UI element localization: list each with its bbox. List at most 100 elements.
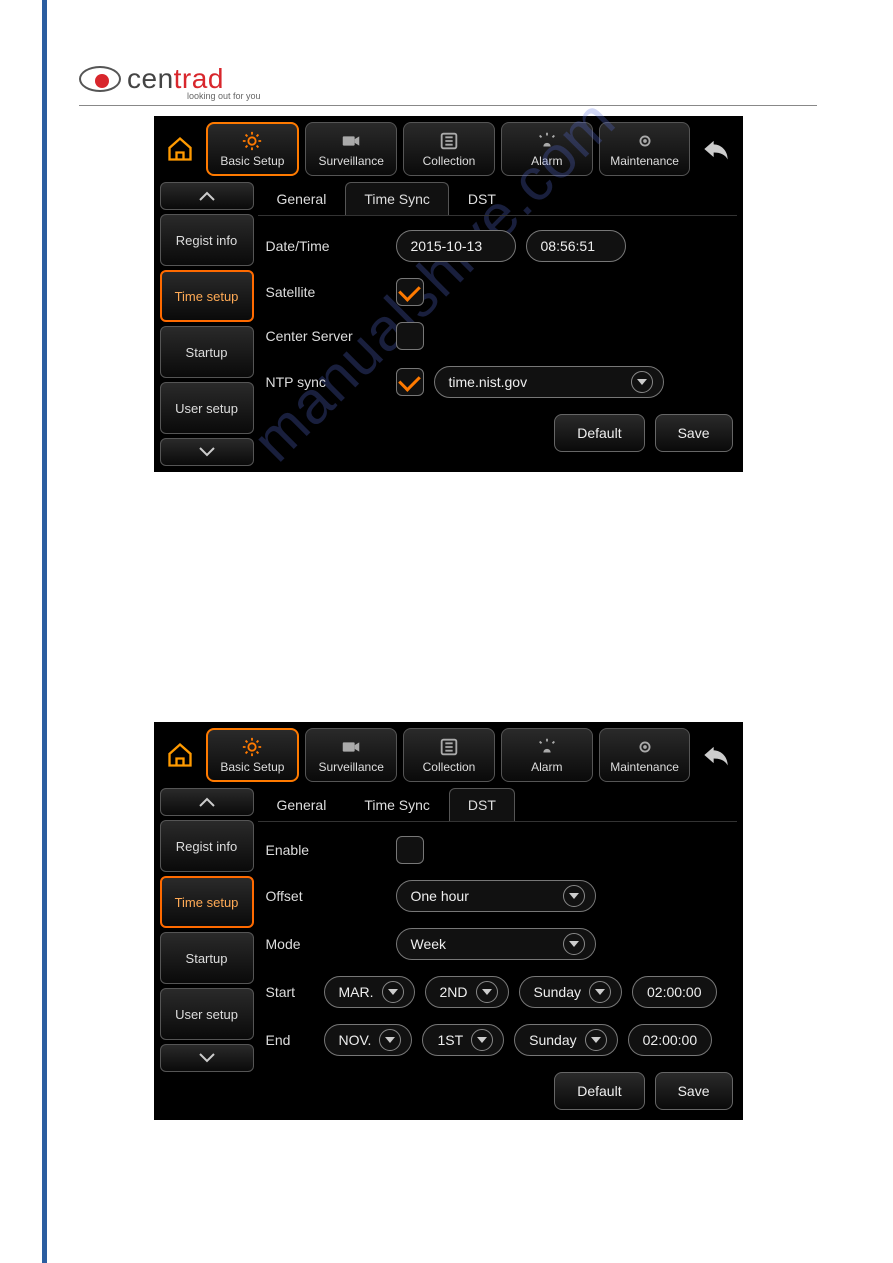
tab-dst[interactable]: DST (449, 182, 515, 215)
nav-label: Maintenance (610, 760, 679, 774)
tab-dst[interactable]: DST (449, 788, 515, 821)
label-enable: Enable (266, 842, 386, 858)
mode-dropdown[interactable]: Week (396, 928, 596, 960)
default-button[interactable]: Default (554, 1072, 644, 1110)
nav-label: Alarm (531, 154, 562, 168)
sidebar-item-regist-info[interactable]: Regist info (160, 820, 254, 872)
nav-surveillance[interactable]: Surveillance (305, 122, 397, 176)
nav-label: Basic Setup (220, 760, 284, 774)
start-month-dropdown[interactable]: MAR. (324, 976, 415, 1008)
sidebar-item-user-setup[interactable]: User setup (160, 988, 254, 1040)
sidebar-scroll-up[interactable] (160, 182, 254, 210)
chevron-down-icon (589, 981, 611, 1003)
nav-maintenance[interactable]: Maintenance (599, 728, 691, 782)
chevron-down-icon (563, 933, 585, 955)
ntp-server-dropdown[interactable]: time.nist.gov (434, 366, 664, 398)
sidebar-scroll-down[interactable] (160, 438, 254, 466)
sidebar-item-startup[interactable]: Startup (160, 326, 254, 378)
satellite-checkbox[interactable] (396, 278, 424, 306)
brand-header: centrad looking out for you (79, 63, 817, 106)
top-nav: Basic Setup Surveillance Collection Alar… (160, 728, 737, 788)
panel-timesync: Basic Setup Surveillance Collection Alar… (154, 116, 743, 472)
ntp-sync-checkbox[interactable] (396, 368, 424, 396)
nav-collection[interactable]: Collection (403, 728, 495, 782)
back-icon[interactable] (696, 122, 736, 176)
brand-name-suffix: trad (174, 63, 224, 94)
label-end: End (266, 1032, 314, 1048)
end-time-field[interactable]: 02:00:00 (628, 1024, 713, 1056)
start-day-dropdown[interactable]: Sunday (519, 976, 622, 1008)
save-button[interactable]: Save (655, 414, 733, 452)
enable-checkbox[interactable] (396, 836, 424, 864)
tab-general[interactable]: General (258, 182, 346, 215)
chevron-down-icon (379, 1029, 401, 1051)
nav-maintenance[interactable]: Maintenance (599, 122, 691, 176)
time-field[interactable]: 08:56:51 (526, 230, 626, 262)
nav-label: Surveillance (319, 154, 384, 168)
page-border (42, 0, 47, 1263)
nav-alarm[interactable]: Alarm (501, 728, 593, 782)
save-button[interactable]: Save (655, 1072, 733, 1110)
alarm-icon (536, 736, 558, 758)
alarm-icon (536, 130, 558, 152)
chevron-down-icon (471, 1029, 493, 1051)
end-day-dropdown[interactable]: Sunday (514, 1024, 617, 1056)
collection-icon (438, 736, 460, 758)
top-nav: Basic Setup Surveillance Collection Alar… (160, 122, 737, 182)
start-time-field[interactable]: 02:00:00 (632, 976, 717, 1008)
eye-icon (79, 66, 121, 92)
brand-tagline: looking out for you (187, 91, 261, 101)
panels-container: manualshive.com Basic Setup Surveillance… (79, 116, 817, 1120)
nav-alarm[interactable]: Alarm (501, 122, 593, 176)
tab-time-sync[interactable]: Time Sync (345, 182, 449, 215)
end-month-dropdown[interactable]: NOV. (324, 1024, 413, 1056)
start-ordinal-dropdown[interactable]: 2ND (425, 976, 509, 1008)
label-datetime: Date/Time (266, 238, 386, 254)
sidebar-item-time-setup[interactable]: Time setup (160, 876, 254, 928)
brand-name-prefix: cen (127, 63, 174, 94)
label-start: Start (266, 984, 314, 1000)
sidebar-item-time-setup[interactable]: Time setup (160, 270, 254, 322)
label-satellite: Satellite (266, 284, 386, 300)
sidebar-item-startup[interactable]: Startup (160, 932, 254, 984)
page-content: centrad looking out for you manualshive.… (79, 63, 817, 1120)
nav-label: Collection (423, 760, 476, 774)
back-icon[interactable] (696, 728, 736, 782)
camera-icon (340, 736, 362, 758)
home-icon[interactable] (160, 122, 200, 176)
maintenance-icon (634, 130, 656, 152)
sidebar-item-user-setup[interactable]: User setup (160, 382, 254, 434)
nav-basic-setup[interactable]: Basic Setup (206, 728, 300, 782)
label-mode: Mode (266, 936, 386, 952)
label-ntp-sync: NTP sync (266, 374, 386, 390)
tab-time-sync[interactable]: Time Sync (345, 788, 449, 821)
gear-icon (241, 736, 263, 758)
sidebar-scroll-down[interactable] (160, 1044, 254, 1072)
end-ordinal-dropdown[interactable]: 1ST (422, 1024, 504, 1056)
center-server-checkbox[interactable] (396, 322, 424, 350)
chevron-down-icon (563, 885, 585, 907)
sidebar: Regist info Time setup Startup User setu… (160, 788, 254, 1114)
chevron-down-icon (585, 1029, 607, 1051)
sidebar-item-regist-info[interactable]: Regist info (160, 214, 254, 266)
sidebar: Regist info Time setup Startup User setu… (160, 182, 254, 466)
panel-dst: Basic Setup Surveillance Collection Alar… (154, 722, 743, 1120)
nav-collection[interactable]: Collection (403, 122, 495, 176)
nav-surveillance[interactable]: Surveillance (305, 728, 397, 782)
camera-icon (340, 130, 362, 152)
offset-dropdown[interactable]: One hour (396, 880, 596, 912)
tabs: General Time Sync DST (258, 182, 737, 216)
default-button[interactable]: Default (554, 414, 644, 452)
sidebar-scroll-up[interactable] (160, 788, 254, 816)
collection-icon (438, 130, 460, 152)
tab-general[interactable]: General (258, 788, 346, 821)
label-center-server: Center Server (266, 328, 386, 344)
main-area: General Time Sync DST Date/Time 2015-10-… (258, 182, 737, 466)
gear-icon (241, 130, 263, 152)
maintenance-icon (634, 736, 656, 758)
nav-basic-setup[interactable]: Basic Setup (206, 122, 300, 176)
label-offset: Offset (266, 888, 386, 904)
date-field[interactable]: 2015-10-13 (396, 230, 516, 262)
nav-label: Surveillance (319, 760, 384, 774)
home-icon[interactable] (160, 728, 200, 782)
